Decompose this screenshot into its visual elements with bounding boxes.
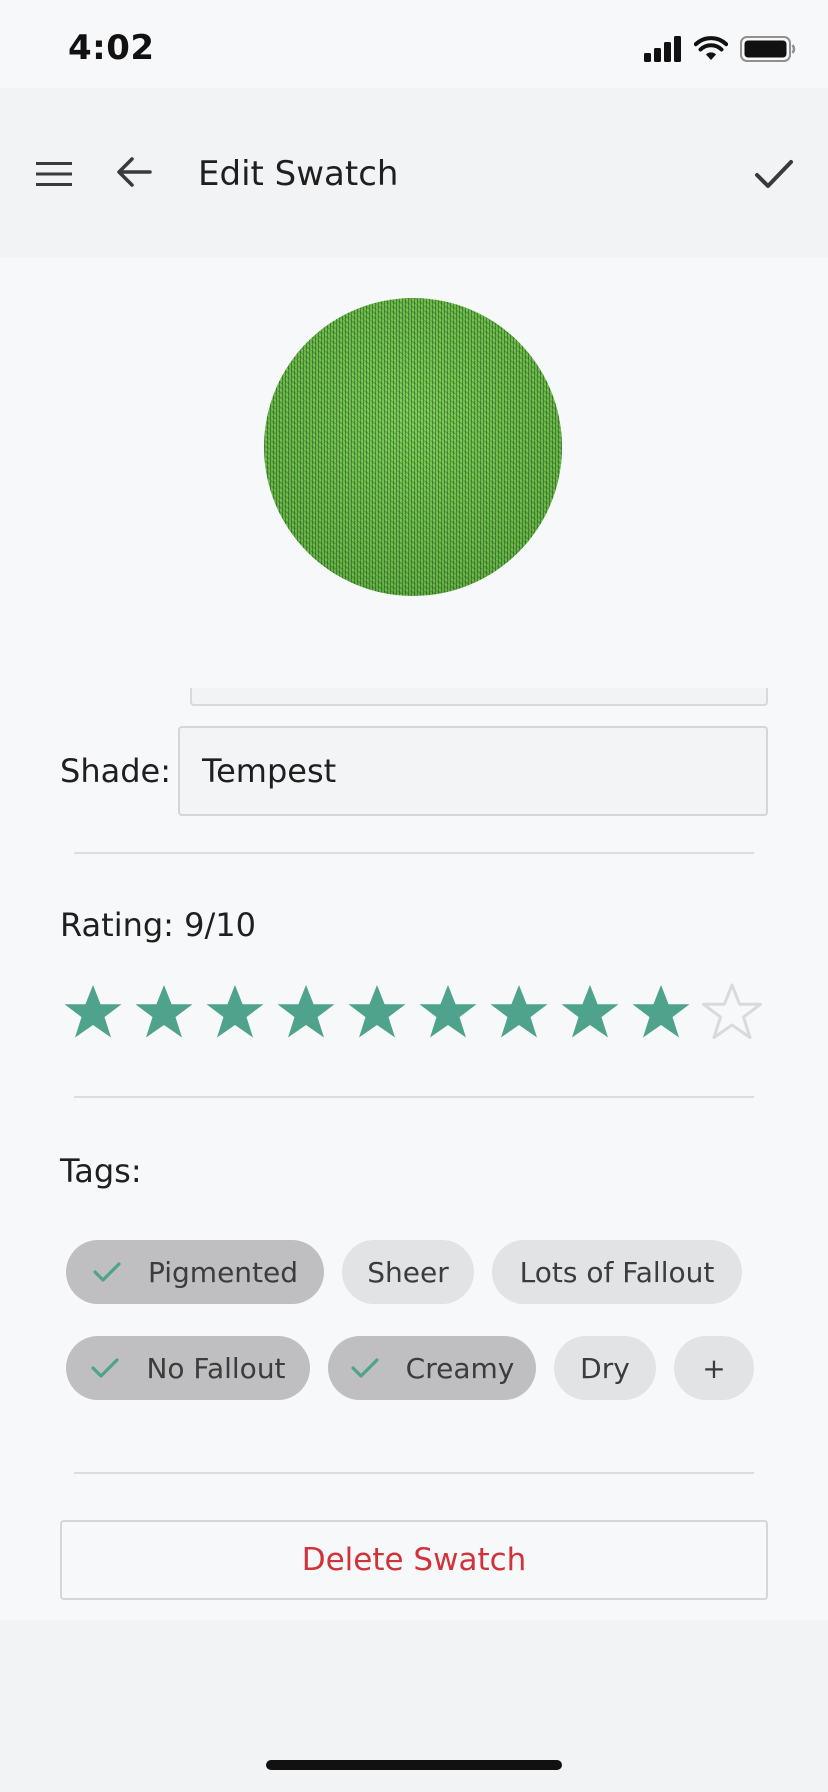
add-tag-button[interactable]: +: [674, 1336, 754, 1400]
rating-label: Rating: 9/10: [60, 906, 256, 944]
wifi-icon: [694, 36, 728, 60]
check-icon: [92, 1260, 122, 1284]
tags-label: Tags:: [60, 1152, 142, 1190]
status-icons: [644, 36, 796, 62]
menu-button[interactable]: [28, 148, 80, 200]
back-button[interactable]: [108, 146, 160, 198]
tag-label: Pigmented: [147, 1255, 299, 1289]
rating-stars: [62, 982, 763, 1044]
tag-label: No Fallout: [146, 1351, 286, 1385]
star-filled-icon[interactable]: [417, 982, 479, 1044]
tag-chip-dry[interactable]: Dry: [554, 1336, 656, 1400]
tag-label: Lots of Fallout: [519, 1255, 715, 1289]
star-filled-icon[interactable]: [275, 982, 337, 1044]
tag-label: Sheer: [367, 1255, 449, 1289]
star-filled-icon[interactable]: [488, 982, 550, 1044]
edit-swatch-screen: 4:02 Edit Swatch Shade: Tempest Rating: …: [0, 0, 828, 1792]
tag-chip-sheer[interactable]: Sheer: [342, 1240, 474, 1304]
tag-chip-no-fallout[interactable]: No Fallout: [66, 1336, 310, 1400]
check-icon: [350, 1356, 380, 1380]
tag-chip-pigmented[interactable]: Pigmented: [66, 1240, 324, 1304]
delete-swatch-button[interactable]: Delete Swatch: [60, 1520, 768, 1600]
shade-input[interactable]: [178, 726, 768, 816]
divider: [74, 852, 754, 854]
star-filled-icon[interactable]: [346, 982, 408, 1044]
battery-icon: [740, 36, 796, 62]
star-filled-icon[interactable]: [559, 982, 621, 1044]
tag-label: Creamy: [405, 1351, 515, 1385]
status-bar: 4:02: [0, 0, 828, 88]
page-title: Edit Swatch: [198, 154, 399, 194]
shade-label: Shade:: [60, 752, 171, 790]
app-bar: Edit Swatch: [0, 88, 828, 258]
swatch-image[interactable]: [264, 298, 562, 596]
brand-input-edge[interactable]: [190, 688, 768, 706]
arrow-left-icon: [117, 157, 152, 187]
checkmark-icon: [755, 160, 793, 188]
star-filled-icon[interactable]: [133, 982, 195, 1044]
star-empty-icon[interactable]: [701, 982, 763, 1044]
save-button[interactable]: [746, 146, 802, 202]
status-time: 4:02: [68, 28, 155, 68]
star-filled-icon[interactable]: [62, 982, 124, 1044]
star-filled-icon[interactable]: [204, 982, 266, 1044]
hamburger-menu-icon: [36, 162, 72, 186]
tag-chip-lots-of-fallout[interactable]: Lots of Fallout: [492, 1240, 742, 1304]
divider: [74, 1096, 754, 1098]
plus-icon: +: [702, 1351, 726, 1385]
cellular-signal-icon: [644, 36, 681, 62]
check-icon: [90, 1356, 120, 1380]
star-filled-icon[interactable]: [630, 982, 692, 1044]
divider: [74, 1472, 754, 1474]
home-indicator: [266, 1760, 562, 1770]
tag-chip-creamy[interactable]: Creamy: [328, 1336, 536, 1400]
tag-label: Dry: [580, 1351, 630, 1385]
